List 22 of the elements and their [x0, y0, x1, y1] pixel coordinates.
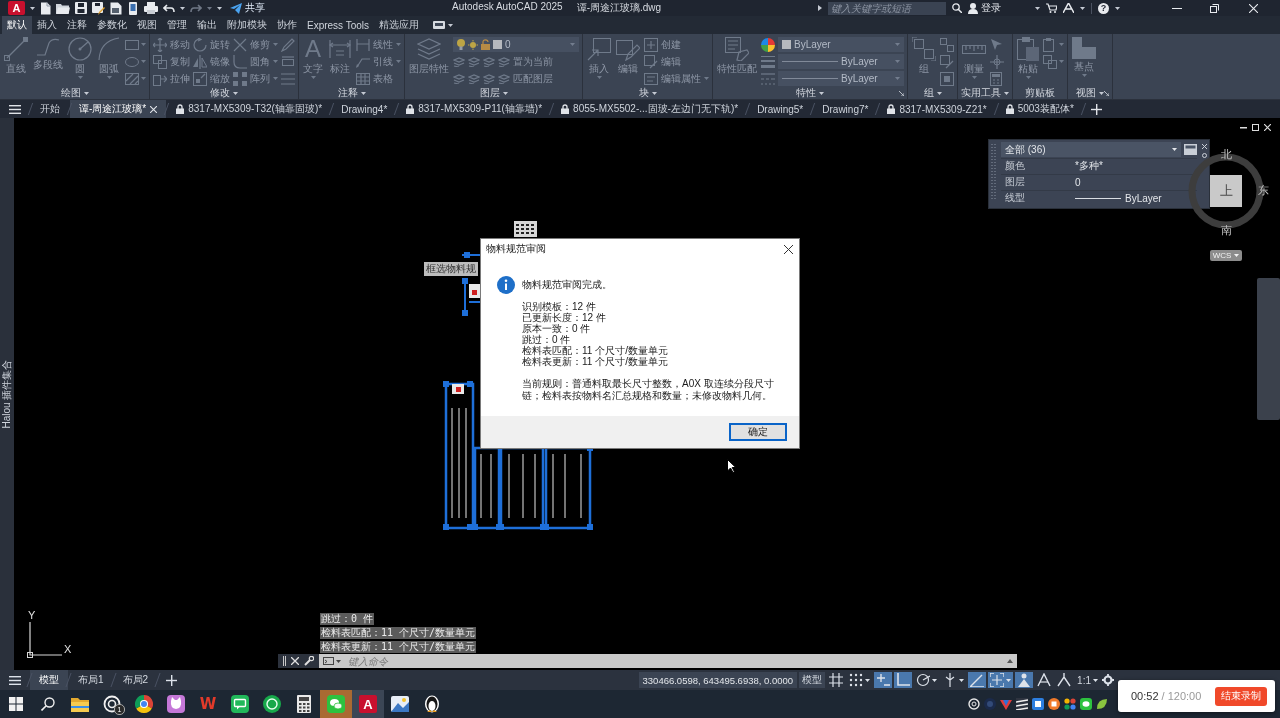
axis-label: Y [28, 610, 36, 621]
app-title: Autodesk AutoCAD 2025 [452, 1, 563, 14]
letter-logo-icon: A [359, 695, 377, 713]
property-name: 线型 [1004, 191, 1026, 205]
file-name: 谭-周途江玻璃.dwg [576, 1, 662, 15]
result-line: 识别模板：12 件 [522, 301, 597, 312]
dialog-message: 物料规范审阅完成。 [522, 279, 613, 291]
property-name: 图层 [1004, 175, 1026, 189]
result-line: 跳过：0 件 [522, 334, 572, 345]
result-line: 已更新长度：12 件 [522, 312, 607, 323]
elapsed-time: 00:52 [1131, 690, 1159, 702]
result-line: 检料表更新：11 个尺寸/数量单元 [522, 356, 669, 367]
tooltip: 框选物料规 [424, 262, 478, 276]
property-name: 颜色 [1004, 159, 1026, 173]
axis-label: X [64, 644, 72, 655]
time-limit: / 120:00 [1161, 690, 1202, 702]
result-line: 检料表匹配：11 个尺寸/数量单元 [522, 345, 669, 356]
dialog-title: 物料规范审阅 [486, 242, 546, 256]
rule-description: 当前规则：普通料取最长尺寸整数，A0X 取连续分段尺寸链；检料表按物料名汇总规格和数量；未修改物料几何。 [522, 378, 775, 402]
result-line: 原本一致：0 件 [522, 323, 592, 334]
coordinates-readout: 330466.0598, 643495.6938, 0.0000 [638, 672, 798, 688]
letter-logo-icon: W [199, 695, 217, 713]
